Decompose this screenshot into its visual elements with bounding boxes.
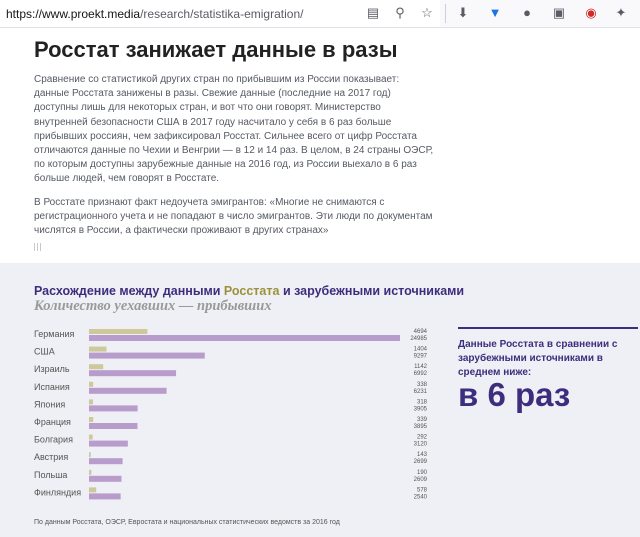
bar-foreign	[89, 423, 138, 429]
addon-red-icon[interactable]: ◉	[583, 5, 599, 21]
value-label-rosstat: 190	[417, 470, 428, 476]
value-label-foreign: 6231	[414, 389, 428, 395]
bar-foreign	[89, 458, 123, 465]
value-label-foreign: 2699	[414, 459, 428, 465]
value-label-rosstat: 339	[417, 417, 428, 423]
url-text: https://www.proekt.media/research/statis…	[6, 7, 304, 21]
value-label-foreign: 3895	[414, 424, 428, 430]
toolbar-separator	[445, 4, 446, 23]
value-label-rosstat: 578	[417, 487, 428, 493]
bar-rosstat	[89, 469, 92, 475]
category-label: Германия	[34, 329, 74, 339]
value-label-rosstat: 4694	[414, 329, 428, 335]
bar-foreign	[89, 475, 122, 482]
value-label-rosstat: 1142	[414, 364, 428, 370]
bar-foreign	[89, 370, 177, 377]
callout-big-number: в 6 раз	[458, 376, 571, 413]
category-label: Австрия	[34, 452, 68, 462]
infographic-heading: Расхождение между данными Росстата и зар…	[34, 284, 465, 298]
value-label-rosstat: 318	[417, 399, 428, 405]
value-label-foreign: 2609	[414, 477, 428, 483]
screenshot-extension-icon[interactable]: ▣	[551, 5, 567, 21]
value-label-foreign: 3905	[414, 406, 428, 412]
bar-rosstat	[89, 417, 94, 422]
reader-view-icon[interactable]: ▤	[365, 5, 381, 21]
bar-rosstat	[89, 434, 93, 440]
bar-foreign	[89, 352, 205, 359]
category-label: Финляндия	[34, 487, 81, 497]
bar-rosstat	[89, 487, 97, 493]
bar-foreign	[89, 387, 167, 394]
downloads-icon[interactable]: ⬇	[455, 5, 471, 21]
browser-toolbar: https://www.proekt.media/research/statis…	[0, 0, 640, 28]
zoom-icon[interactable]: ⚲	[392, 5, 408, 21]
category-label: Польша	[34, 470, 67, 480]
article-paragraph-2: В Росстате признают факт недоучета эмигр…	[34, 197, 433, 237]
category-label: Болгария	[34, 435, 73, 445]
bar-rosstat	[89, 452, 91, 458]
value-label-rosstat: 292	[417, 435, 428, 441]
quote-icon	[34, 243, 41, 251]
value-label-foreign: 3120	[414, 442, 428, 448]
value-label-foreign: 6992	[414, 371, 428, 377]
bar-foreign	[89, 335, 400, 341]
value-label-rosstat: 1404	[414, 347, 428, 353]
category-label: США	[34, 347, 55, 357]
puzzle-extensions-icon[interactable]: ✦	[613, 5, 629, 21]
value-label-foreign: 9297	[414, 354, 428, 360]
category-label: Испания	[34, 382, 70, 392]
callout-text: Данные Росстата в сравнении с зарубежным…	[458, 339, 618, 378]
value-label-foreign: 24985	[410, 336, 427, 342]
infographic-subheading: Количество уехавших — прибывших	[34, 298, 272, 314]
bar-rosstat	[89, 364, 104, 370]
bar-rosstat	[89, 346, 107, 352]
value-label-rosstat: 143	[417, 452, 428, 458]
bar-rosstat	[89, 329, 148, 334]
bar-chart: Германия 469424985США 14049297Израиль 11426…	[34, 329, 428, 500]
value-label-rosstat: 338	[417, 382, 428, 388]
value-label-foreign: 2540	[414, 494, 428, 500]
bar-rosstat	[89, 381, 94, 387]
article-paragraph-1: Сравнение со статистикой других стран по…	[34, 74, 434, 185]
category-label: Израиль	[34, 364, 70, 374]
category-label: Франция	[34, 417, 71, 427]
bar-foreign	[89, 440, 128, 447]
bookmark-star-icon[interactable]: ☆	[419, 5, 435, 21]
extension-icon[interactable]: ●	[519, 5, 535, 21]
category-label: Япония	[34, 399, 65, 409]
bar-foreign	[89, 405, 138, 412]
source-note: По данным Росстата, ОЭСР, Евростата и на…	[34, 519, 340, 526]
article-title: Росстат занижает данные в разы	[34, 37, 398, 62]
vpn-extension-icon[interactable]: ▼	[487, 5, 503, 21]
bar-rosstat	[89, 399, 93, 405]
callout-rule	[458, 327, 638, 329]
bar-foreign	[89, 493, 121, 500]
